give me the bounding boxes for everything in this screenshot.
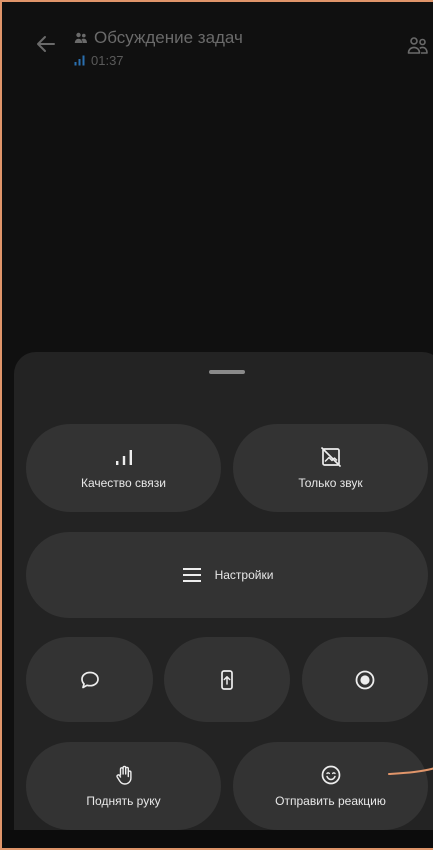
send-reaction-button[interactable]: Отправить реакцию: [233, 742, 428, 830]
call-status-row: 01:37: [74, 53, 124, 68]
participants-icon[interactable]: [406, 34, 430, 58]
arrow-left-icon[interactable]: [34, 32, 58, 56]
call-title: Обсуждение задач: [94, 28, 243, 47]
chat-icon: [80, 671, 99, 688]
settings-button[interactable]: Настройки: [26, 532, 428, 618]
audio-only-label: Только звук: [298, 476, 363, 490]
call-timer: 01:37: [91, 53, 124, 68]
call-actions-sheet: Качество связи Только звук Настройки Под…: [14, 352, 433, 832]
connection-quality-label: Качество связи: [80, 476, 166, 490]
screen-share-button[interactable]: [164, 637, 290, 722]
connection-quality-button[interactable]: Качество связи: [26, 424, 221, 512]
send-reaction-label: Отправить реакцию: [275, 794, 386, 808]
menu-icon: [182, 568, 201, 582]
screen-share-icon: [221, 669, 233, 690]
raise-hand-icon: [115, 765, 132, 785]
raise-hand-button[interactable]: Поднять руку: [26, 742, 221, 830]
sheet-drag-handle[interactable]: [209, 370, 245, 374]
call-header: Обсуждение задач 01:37: [2, 2, 433, 82]
annotation-pointer-line: [388, 767, 433, 775]
chat-button[interactable]: [26, 637, 153, 722]
audio-only-button[interactable]: Только звук: [233, 424, 428, 512]
record-button[interactable]: [302, 637, 428, 722]
video-off-icon: [320, 447, 341, 467]
settings-label: Настройки: [214, 568, 274, 582]
signal-bars-icon: [115, 450, 132, 465]
bottom-strip: [2, 830, 433, 848]
call-title-row: Обсуждение задач: [74, 28, 243, 48]
raise-hand-label: Поднять руку: [86, 794, 161, 808]
signal-icon: [74, 55, 85, 66]
call-screen: Обсуждение задач 01:37 Качество связи То…: [0, 0, 433, 850]
group-icon: [74, 32, 87, 43]
record-icon: [355, 670, 375, 689]
smile-icon: [321, 765, 340, 785]
